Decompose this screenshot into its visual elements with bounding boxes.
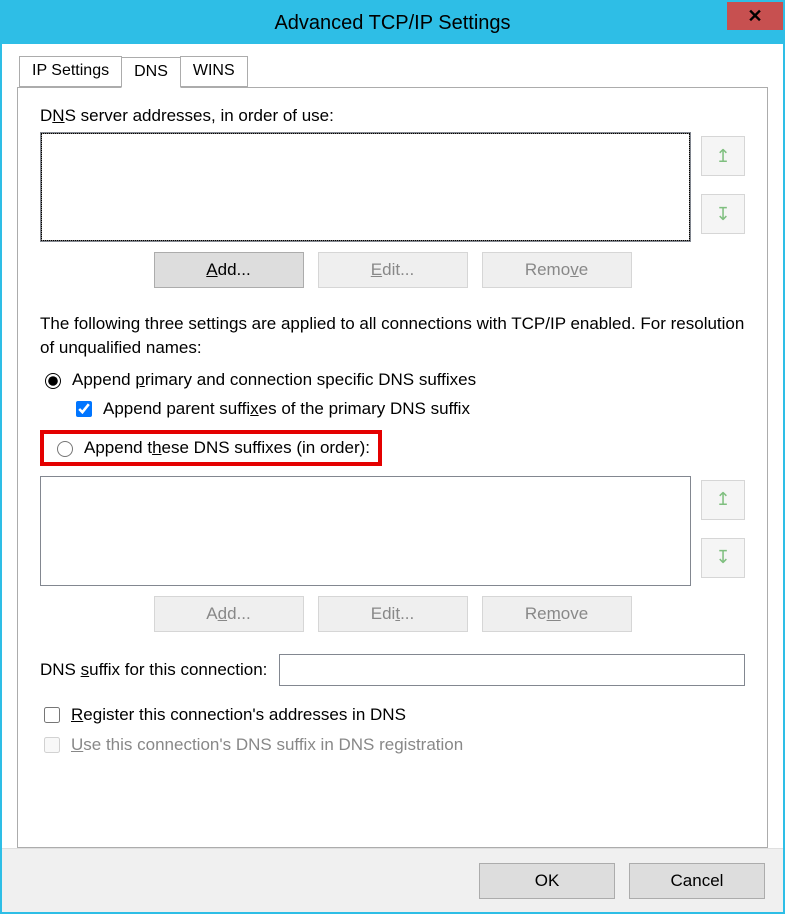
remove-server-button[interactable]: Remove	[482, 252, 632, 288]
dialog-footer: OK Cancel	[2, 848, 783, 912]
connection-suffix-input[interactable]	[279, 654, 745, 686]
check-register-addresses[interactable]: Register this connection's addresses in …	[40, 704, 745, 726]
dns-suffixes-listbox[interactable]	[40, 476, 691, 586]
edit-suffix-button[interactable]: Edit...	[318, 596, 468, 632]
arrow-down-icon: ↧	[715, 204, 730, 225]
connection-suffix-row: DNS suffix for this connection:	[40, 654, 745, 686]
radio-append-primary-input[interactable]	[45, 373, 61, 389]
dns-servers-listbox[interactable]	[40, 132, 691, 242]
connection-suffix-label: DNS suffix for this connection:	[40, 660, 267, 680]
check-register-addresses-input[interactable]	[44, 707, 60, 723]
dns-servers-buttons: Add... Edit... Remove	[40, 252, 745, 288]
tab-wins[interactable]: WINS	[180, 56, 248, 87]
move-up-button[interactable]: ↥	[701, 136, 745, 176]
tab-dns[interactable]: DNS	[121, 57, 181, 88]
tab-ip-settings[interactable]: IP Settings	[19, 56, 122, 87]
dialog-body: IP Settings DNS WINS DNS server addresse…	[2, 44, 783, 848]
dns-suffixes-reorder: ↥ ↧	[701, 476, 745, 586]
edit-server-button[interactable]: Edit...	[318, 252, 468, 288]
arrow-down-icon: ↧	[715, 547, 730, 568]
check-use-suffix-registration-label: Use this connection's DNS suffix in DNS …	[71, 735, 463, 755]
check-use-suffix-registration[interactable]: Use this connection's DNS suffix in DNS …	[40, 734, 745, 756]
highlight-box: Append these DNS suffixes (in order):	[40, 430, 382, 466]
check-register-addresses-label: Register this connection's addresses in …	[71, 705, 406, 725]
arrow-up-icon: ↥	[715, 146, 730, 167]
dns-suffixes-buttons: Add... Edit... Remove	[40, 596, 745, 632]
close-icon: ✕	[747, 6, 762, 27]
dns-suffixes-area: ↥ ↧	[40, 476, 745, 586]
add-suffix-button[interactable]: Add...	[154, 596, 304, 632]
radio-append-these-label: Append these DNS suffixes (in order):	[84, 438, 370, 458]
check-append-parent-input[interactable]	[76, 401, 92, 417]
dialog-window: Advanced TCP/IP Settings ✕ IP Settings D…	[0, 0, 785, 914]
titlebar: Advanced TCP/IP Settings ✕	[2, 2, 783, 44]
dns-servers-area: ↥ ↧	[40, 132, 745, 242]
add-server-button[interactable]: Add...	[154, 252, 304, 288]
dialog-title: Advanced TCP/IP Settings	[274, 12, 510, 35]
bottom-checks: Register this connection's addresses in …	[40, 704, 745, 756]
move-down-button[interactable]: ↧	[701, 194, 745, 234]
dns-servers-label: DNS server addresses, in order of use:	[40, 106, 745, 126]
remove-suffix-button[interactable]: Remove	[482, 596, 632, 632]
check-append-parent[interactable]: Append parent suffixes of the primary DN…	[72, 398, 745, 420]
arrow-up-icon: ↥	[715, 489, 730, 510]
ok-button[interactable]: OK	[479, 863, 615, 899]
tab-strip: IP Settings DNS WINS	[17, 56, 768, 88]
check-use-suffix-registration-input	[44, 737, 60, 753]
dns-servers-reorder: ↥ ↧	[701, 132, 745, 242]
radio-append-these[interactable]: Append these DNS suffixes (in order):	[52, 438, 370, 458]
tab-panel-dns: DNS server addresses, in order of use: ↥…	[17, 88, 768, 848]
close-button[interactable]: ✕	[727, 2, 783, 30]
radio-append-primary-label: Append primary and connection specific D…	[72, 370, 476, 390]
cancel-button[interactable]: Cancel	[629, 863, 765, 899]
radio-append-these-input[interactable]	[57, 441, 73, 457]
explain-text: The following three settings are applied…	[40, 312, 745, 360]
suffix-move-up-button[interactable]: ↥	[701, 480, 745, 520]
suffix-move-down-button[interactable]: ↧	[701, 538, 745, 578]
check-append-parent-label: Append parent suffixes of the primary DN…	[103, 399, 470, 419]
radio-append-primary[interactable]: Append primary and connection specific D…	[40, 370, 745, 390]
